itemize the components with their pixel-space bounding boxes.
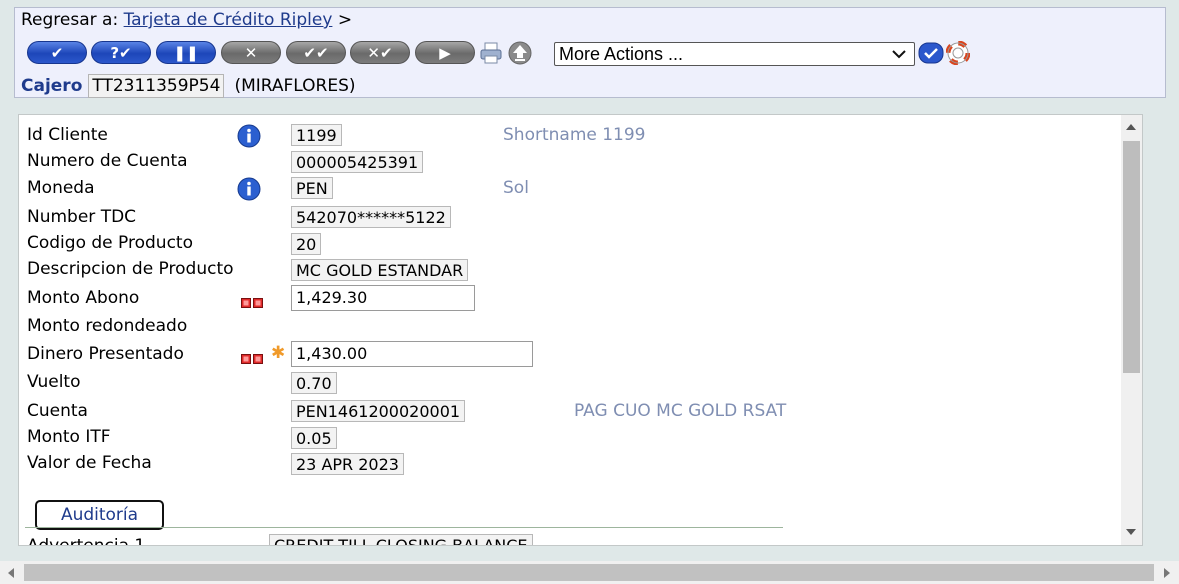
go-button[interactable] xyxy=(918,41,944,65)
back-link[interactable]: Tarjeta de Crédito Ripley xyxy=(124,10,333,30)
info-icon[interactable] xyxy=(237,124,261,148)
descripcion-producto-label: Descripcion de Producto xyxy=(27,259,234,279)
horizontal-scrollbar[interactable] xyxy=(0,561,1179,584)
dual-value-icon[interactable] xyxy=(241,298,263,308)
scroll-right-icon[interactable] xyxy=(1164,568,1170,578)
info-icon[interactable] xyxy=(237,177,261,201)
more-actions-value: More Actions ... xyxy=(559,43,684,64)
tab-auditoria[interactable]: Auditoría xyxy=(35,500,164,530)
codigo-producto-label: Codigo de Producto xyxy=(27,233,193,253)
required-star-icon: ✱ xyxy=(271,343,286,363)
form-panel: Id Cliente 1199 Shortname 1199 Numero de… xyxy=(18,114,1143,546)
x-icon: ✕ xyxy=(244,43,258,62)
valor-fecha-label: Valor de Fecha xyxy=(27,453,152,473)
double-check-icon: ✔✔ xyxy=(303,43,329,62)
authorise-button[interactable]: ✔✔ xyxy=(286,41,346,64)
play-icon: ▶ xyxy=(439,43,451,62)
upload-button[interactable] xyxy=(507,41,533,65)
monto-abono-input[interactable]: 1,429.30 xyxy=(291,285,475,311)
advertencia-value: CREDIT TILL CLOSING BALANCE xyxy=(269,534,533,545)
cuenta-value: PEN1461200020001 xyxy=(291,400,466,422)
monto-itf-label: Monto ITF xyxy=(27,427,111,447)
header-panel: Regresar a: Tarjeta de Crédito Ripley > … xyxy=(14,7,1166,98)
dinero-presentado-label: Dinero Presentado xyxy=(27,344,184,364)
reverse-button[interactable]: ✕✔ xyxy=(350,41,410,64)
scroll-down-icon[interactable] xyxy=(1126,529,1136,535)
help-button[interactable] xyxy=(945,41,971,65)
tab-divider xyxy=(25,527,783,528)
more-actions-select[interactable]: More Actions ... xyxy=(554,42,915,66)
number-tdc-label: Number TDC xyxy=(27,207,137,227)
id-cliente-desc: Shortname 1199 xyxy=(503,125,646,145)
pause-icon: ❚❚ xyxy=(173,43,199,62)
dual-value-icon[interactable] xyxy=(241,354,263,364)
id-cliente-label: Id Cliente xyxy=(27,125,108,145)
moneda-value: PEN xyxy=(291,177,333,199)
commit-button[interactable]: ✔ xyxy=(27,41,87,64)
scrollbar-thumb[interactable] xyxy=(24,564,1154,581)
scroll-up-icon[interactable] xyxy=(1126,124,1136,130)
cashier-id: TT2311359P54 xyxy=(88,74,225,98)
hold-button[interactable]: ❚❚ xyxy=(156,41,216,64)
next-button[interactable]: ▶ xyxy=(415,41,475,64)
lifebuoy-icon xyxy=(946,41,970,65)
numero-cuenta-value: 000005425391 xyxy=(291,151,424,173)
print-button[interactable] xyxy=(478,41,504,65)
cashier-branch: (MIRAFLORES) xyxy=(234,76,356,96)
back-suffix: > xyxy=(337,10,353,30)
number-tdc-value: 542070******5122 xyxy=(291,206,451,228)
upload-icon xyxy=(508,41,532,65)
x-check-icon: ✕✔ xyxy=(367,43,393,62)
vuelto-label: Vuelto xyxy=(27,372,81,392)
vuelto-value: 0.70 xyxy=(291,372,337,394)
advertencia-label: Advertencia 1 xyxy=(27,536,146,546)
vertical-scrollbar[interactable] xyxy=(1121,115,1142,545)
dinero-presentado-input[interactable]: 1,430.00 xyxy=(291,341,533,367)
valor-fecha-value: 23 APR 2023 xyxy=(291,453,404,475)
cashier-row: Cajero TT2311359P54 (MIRAFLORES) xyxy=(21,74,356,98)
printer-icon xyxy=(480,42,502,64)
cashier-label: Cajero xyxy=(21,76,83,96)
breadcrumb: Regresar a: Tarjeta de Crédito Ripley > xyxy=(21,10,352,30)
moneda-label: Moneda xyxy=(27,178,95,198)
monto-itf-value: 0.05 xyxy=(291,427,337,449)
monto-abono-label: Monto Abono xyxy=(27,288,140,308)
check-icon xyxy=(918,42,944,64)
descripcion-producto-value: MC GOLD ESTANDAR xyxy=(291,259,469,281)
validate-button[interactable]: ?✔ xyxy=(91,41,151,64)
chevron-down-icon xyxy=(892,50,906,59)
monto-redondeado-label: Monto redondeado xyxy=(27,316,188,336)
back-prefix: Regresar a: xyxy=(21,10,119,30)
check-icon: ✔ xyxy=(50,43,64,62)
question-check-icon: ?✔ xyxy=(110,43,132,62)
delete-button[interactable]: ✕ xyxy=(221,41,281,64)
codigo-producto-value: 20 xyxy=(291,233,322,255)
numero-cuenta-label: Numero de Cuenta xyxy=(27,151,188,171)
moneda-desc: Sol xyxy=(503,178,529,198)
id-cliente-value: 1199 xyxy=(291,124,342,146)
scrollbar-thumb[interactable] xyxy=(1123,141,1140,373)
cuenta-label: Cuenta xyxy=(27,401,88,421)
cuenta-desc: PAG CUO MC GOLD RSAT xyxy=(574,401,787,421)
scroll-left-icon[interactable] xyxy=(8,568,14,578)
